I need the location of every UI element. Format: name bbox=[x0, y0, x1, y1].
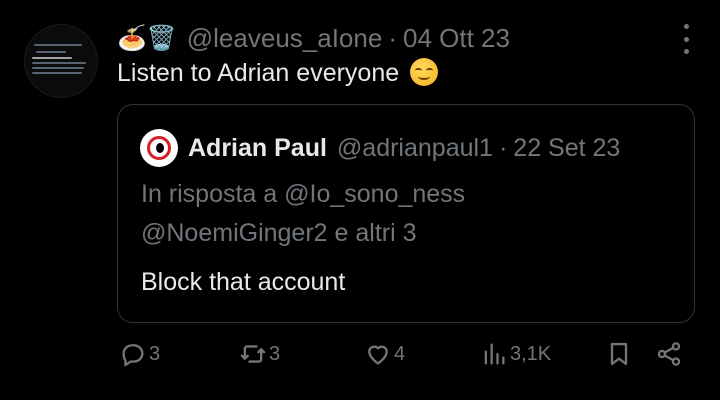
share-icon bbox=[657, 342, 681, 366]
quoted-tweet-date: 22 Set 23 bbox=[513, 133, 621, 162]
reply-icon bbox=[122, 344, 144, 367]
author-display-name[interactable]: 🍝🗑️ bbox=[117, 26, 177, 50]
tweet-header: 🍝🗑️ @leaveus_aIone · 04 Ott 23 bbox=[117, 22, 660, 54]
repost-button[interactable]: 3 bbox=[239, 340, 280, 368]
author-handle[interactable]: @leaveus_aIone bbox=[187, 23, 383, 54]
repost-count: 3 bbox=[269, 342, 281, 365]
like-button[interactable]: 4 bbox=[364, 340, 405, 368]
separator-dot: · bbox=[388, 22, 397, 53]
more-options-icon[interactable] bbox=[680, 24, 692, 54]
views-chart-icon bbox=[484, 343, 505, 365]
author-avatar[interactable] bbox=[24, 24, 98, 98]
share-button[interactable] bbox=[655, 340, 683, 368]
views-count: 3,1K bbox=[510, 342, 552, 365]
bookmark-icon bbox=[610, 342, 628, 366]
quoted-tweet-card[interactable]: Adrian Paul @adrianpaul1 · 22 Set 23 In … bbox=[117, 104, 695, 323]
quoted-author-name[interactable]: Adrian Paul bbox=[188, 134, 327, 163]
reply-button[interactable]: 3 bbox=[119, 340, 160, 368]
relieved-face-icon bbox=[410, 58, 439, 86]
like-count: 4 bbox=[394, 342, 406, 365]
reply-count: 3 bbox=[149, 342, 161, 365]
quoted-tweet-text: Block that account bbox=[141, 268, 346, 296]
tweet-date[interactable]: 04 Ott 23 bbox=[403, 23, 510, 54]
tweet-text: Listen to Adrian everyone bbox=[117, 59, 400, 87]
heart-icon bbox=[368, 345, 388, 365]
separator-dot: · bbox=[498, 133, 508, 162]
reply-context: In risposta a @Io_sono_ness @NoemiGinger… bbox=[141, 175, 465, 253]
bookmark-button[interactable] bbox=[605, 340, 633, 368]
repost-icon bbox=[240, 345, 266, 363]
reply-context-line-2: @NoemiGinger2 e altri 3 bbox=[141, 219, 417, 247]
views-button[interactable]: 3,1K bbox=[480, 340, 551, 368]
tweet-text-container: Listen to Adrian everyone bbox=[117, 58, 439, 88]
action-bar: 3 3 4 3,1K bbox=[117, 340, 697, 376]
quoted-author-handle[interactable]: @adrianpaul1 bbox=[337, 134, 493, 163]
quoted-tweet-header: Adrian Paul @adrianpaul1 · 22 Set 23 bbox=[140, 129, 620, 167]
reply-context-line-1: In risposta a @Io_sono_ness bbox=[141, 180, 466, 208]
quoted-author-avatar[interactable] bbox=[140, 129, 178, 167]
